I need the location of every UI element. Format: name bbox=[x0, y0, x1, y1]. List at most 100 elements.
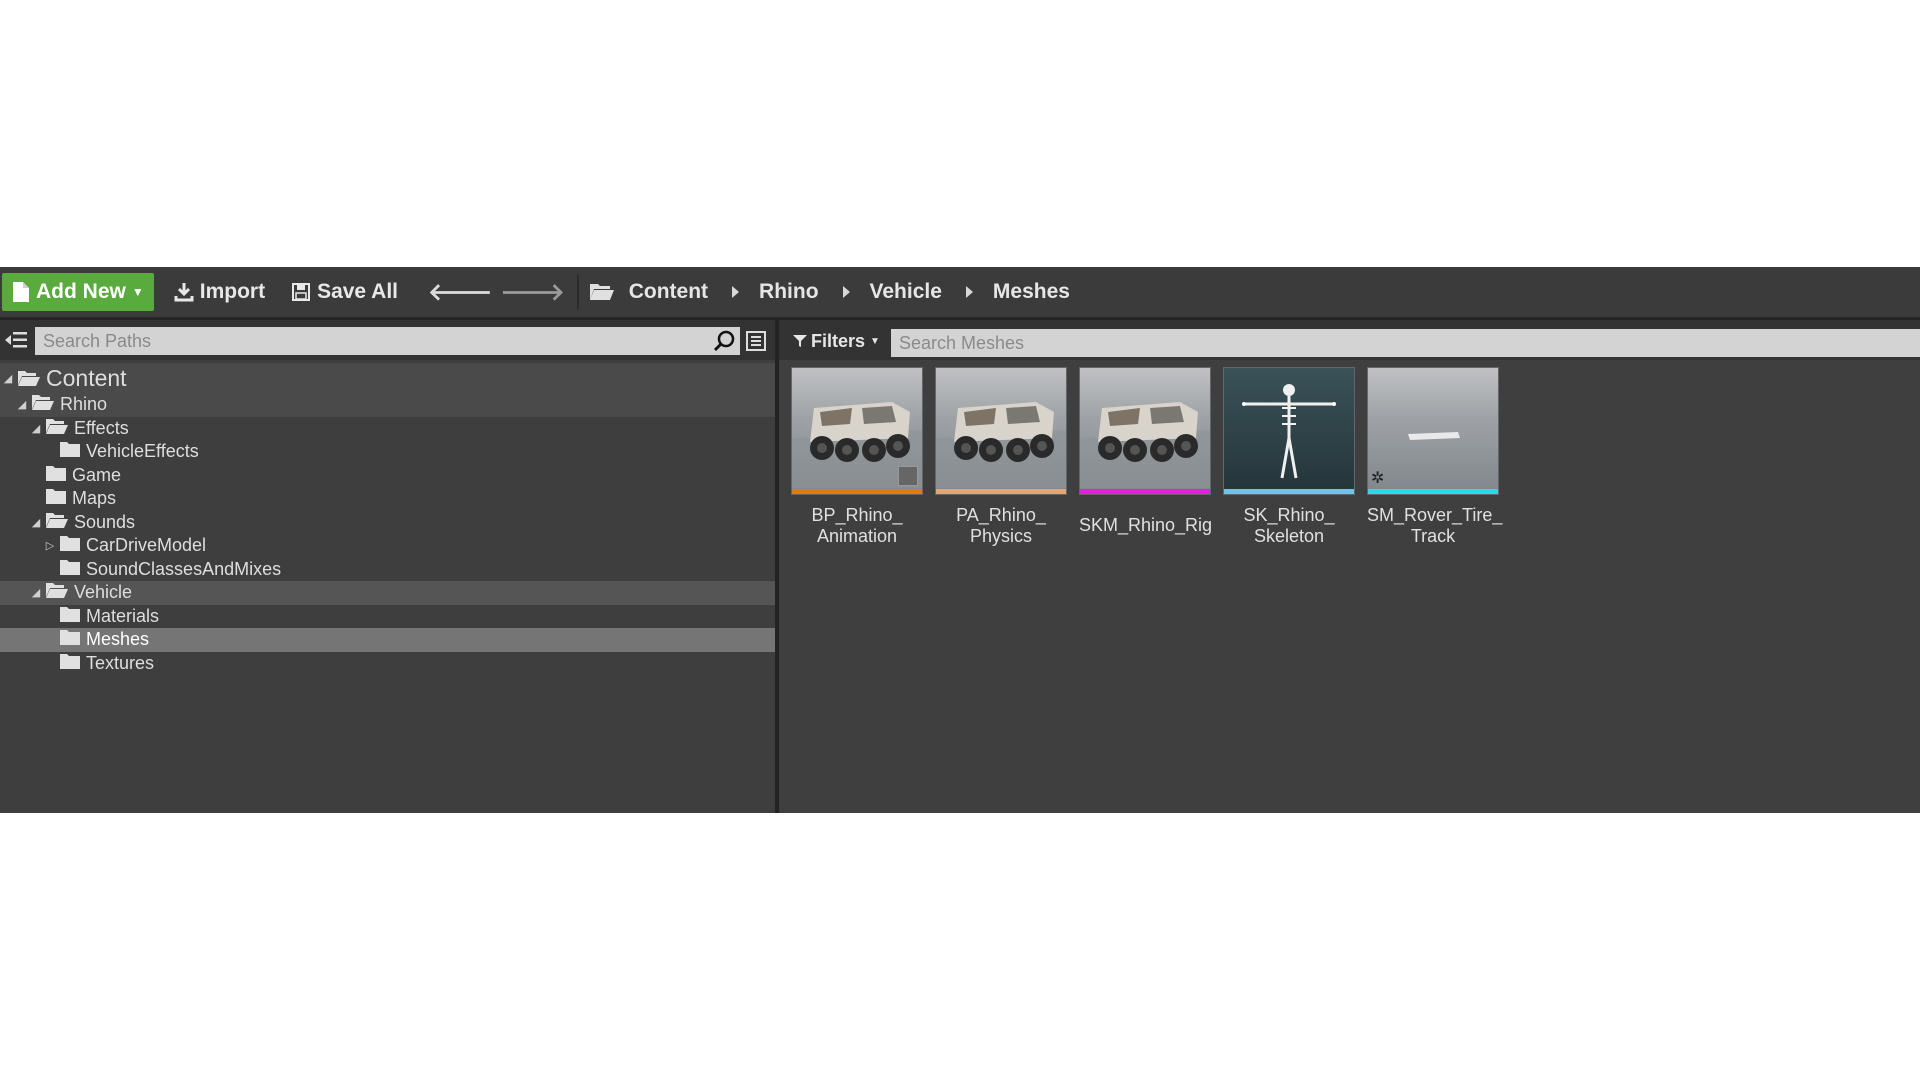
folder-icon bbox=[46, 465, 66, 486]
filter-icon bbox=[793, 335, 807, 347]
add-new-label: Add New bbox=[36, 280, 126, 303]
filter-bar: Filters ▼ bbox=[779, 320, 1920, 360]
tree-item-cardrivemodel[interactable]: ▷ CarDriveModel bbox=[0, 534, 775, 558]
toolbar: Add New ▼ Import Save All 🡐 🡒 Content Rh… bbox=[0, 267, 1920, 320]
tree-item-soundclassesandmixes[interactable]: SoundClassesAndMixes bbox=[0, 558, 775, 582]
collapse-arrow-icon[interactable]: ▷ bbox=[44, 539, 56, 552]
import-icon bbox=[174, 283, 194, 302]
breadcrumb-arrow-icon[interactable] bbox=[842, 286, 850, 298]
tree-item-maps[interactable]: Maps bbox=[0, 487, 775, 511]
open-folder-icon bbox=[32, 394, 54, 415]
tree-item-label: Rhino bbox=[60, 394, 108, 415]
search-meshes-input[interactable] bbox=[891, 329, 1920, 357]
asset-thumbnail bbox=[1079, 367, 1211, 495]
asset-label: SM_Rover_Tire_ Track bbox=[1367, 505, 1503, 546]
asset-tile[interactable]: SKM_Rhino_Rig bbox=[1079, 367, 1213, 557]
search-icon[interactable] bbox=[712, 329, 736, 353]
breadcrumb-rhino[interactable]: Rhino bbox=[753, 280, 824, 304]
expand-arrow-icon[interactable]: ◢ bbox=[2, 372, 14, 385]
tree-item-effects[interactable]: ◢ Effects bbox=[0, 417, 775, 441]
tree-item-label: Meshes bbox=[86, 629, 150, 650]
asset-tile[interactable]: BP_Rhino_ Animation bbox=[791, 367, 923, 557]
tree-item-label: Effects bbox=[74, 417, 129, 438]
filters-label: Filters bbox=[811, 330, 866, 351]
asset-thumbnail: ✲ bbox=[1367, 367, 1499, 495]
tree-item-vehicleeffects[interactable]: VehicleEffects bbox=[0, 440, 775, 464]
tree-item-meshes[interactable]: Meshes bbox=[0, 628, 775, 652]
folder-icon bbox=[60, 559, 80, 580]
asset-type-strip bbox=[936, 489, 1066, 494]
asset-label: SK_Rhino_ Skeleton bbox=[1243, 505, 1335, 546]
save-icon bbox=[292, 283, 311, 301]
blueprint-badge-icon bbox=[898, 466, 918, 486]
asset-type-strip bbox=[1080, 489, 1210, 494]
asset-tile[interactable]: PA_Rhino_ Physics bbox=[935, 367, 1067, 557]
open-folder-icon bbox=[18, 365, 40, 392]
gear-icon: ✲ bbox=[1371, 470, 1385, 487]
tree-item-game[interactable]: Game bbox=[0, 464, 775, 488]
content-browser: Add New ▼ Import Save All 🡐 🡒 Content Rh… bbox=[0, 267, 1920, 813]
asset-tile[interactable]: SK_Rhino_ Skeleton bbox=[1223, 367, 1355, 557]
breadcrumb-vehicle[interactable]: Vehicle bbox=[864, 280, 948, 304]
asset-view: Filters ▼ BP_Rhino_ Animation PA_Rhino_ P… bbox=[779, 320, 1920, 813]
tree-item-label: Textures bbox=[86, 652, 155, 673]
breadcrumb-meshes[interactable]: Meshes bbox=[987, 280, 1076, 304]
tree-item-label: SoundClassesAndMixes bbox=[86, 558, 282, 579]
open-folder-icon bbox=[589, 284, 614, 300]
new-file-icon bbox=[13, 282, 29, 302]
tree-item-rhino[interactable]: ◢ Rhino bbox=[0, 393, 775, 417]
asset-type-strip bbox=[792, 489, 922, 494]
import-label: Import bbox=[199, 280, 266, 303]
toolbar-divider bbox=[576, 275, 579, 309]
asset-thumbnail bbox=[935, 367, 1067, 495]
open-folder-icon bbox=[46, 582, 68, 603]
open-folder-icon bbox=[46, 512, 68, 533]
tree-item-label: Content bbox=[46, 364, 127, 391]
tree-item-label: Materials bbox=[86, 605, 160, 626]
tree-item-label: Game bbox=[72, 464, 122, 485]
expand-arrow-icon[interactable]: ◢ bbox=[16, 398, 28, 411]
tree-item-label: VehicleEffects bbox=[86, 441, 199, 462]
filters-button[interactable]: Filters ▼ bbox=[793, 327, 880, 355]
folder-icon bbox=[60, 535, 80, 556]
add-new-button[interactable]: Add New ▼ bbox=[2, 273, 154, 311]
search-paths-input[interactable] bbox=[35, 327, 740, 355]
back-arrow-icon[interactable]: 🡐 bbox=[428, 277, 492, 307]
tree-item-materials[interactable]: Materials bbox=[0, 605, 775, 629]
asset-label: PA_Rhino_ Physics bbox=[956, 505, 1046, 546]
view-options-icon[interactable] bbox=[746, 331, 766, 351]
folder-icon bbox=[60, 653, 80, 674]
import-button[interactable]: Import bbox=[162, 273, 277, 311]
breadcrumb-arrow-icon[interactable] bbox=[965, 286, 973, 298]
asset-label: SKM_Rhino_Rig bbox=[1079, 515, 1213, 535]
asset-thumbnail bbox=[791, 367, 923, 495]
folder-icon bbox=[60, 606, 80, 627]
tree-item-label: CarDriveModel bbox=[86, 535, 207, 556]
open-folder-icon bbox=[46, 418, 68, 439]
tree-item-label: Vehicle bbox=[74, 582, 133, 603]
sources-panel: ◢ Content ◢ Rhino ◢ Effects VehicleEffectsGame… bbox=[0, 320, 779, 813]
expand-arrow-icon[interactable]: ◢ bbox=[30, 422, 42, 435]
asset-thumbnail bbox=[1223, 367, 1355, 495]
tree-item-textures[interactable]: Textures bbox=[0, 652, 775, 676]
save-all-button[interactable]: Save All bbox=[279, 273, 410, 311]
chevron-down-icon: ▼ bbox=[131, 285, 144, 299]
asset-tile[interactable]: ✲ SM_Rover_Tire_ Track bbox=[1367, 367, 1503, 557]
asset-type-strip bbox=[1224, 489, 1354, 494]
path-search-bar bbox=[0, 320, 775, 360]
expand-arrow-icon[interactable]: ◢ bbox=[30, 516, 42, 529]
tree-item-label: Sounds bbox=[74, 511, 136, 532]
folder-icon bbox=[60, 629, 80, 650]
expand-arrow-icon[interactable]: ◢ bbox=[30, 586, 42, 599]
folder-icon bbox=[60, 441, 80, 462]
sources-toggle-icon[interactable] bbox=[4, 329, 28, 351]
breadcrumb-content[interactable]: Content bbox=[623, 280, 714, 304]
asset-label: BP_Rhino_ Animation bbox=[811, 505, 903, 546]
tree-item-content[interactable]: ◢ Content bbox=[0, 363, 775, 393]
folder-tree: ◢ Content ◢ Rhino ◢ Effects VehicleEffects Game… bbox=[0, 363, 775, 675]
forward-arrow-icon[interactable]: 🡒 bbox=[500, 277, 564, 307]
tree-item-vehicle[interactable]: ◢ Vehicle bbox=[0, 581, 775, 605]
tree-item-sounds[interactable]: ◢ Sounds bbox=[0, 511, 775, 535]
breadcrumb-arrow-icon[interactable] bbox=[732, 286, 740, 298]
save-all-label: Save All bbox=[317, 280, 398, 303]
